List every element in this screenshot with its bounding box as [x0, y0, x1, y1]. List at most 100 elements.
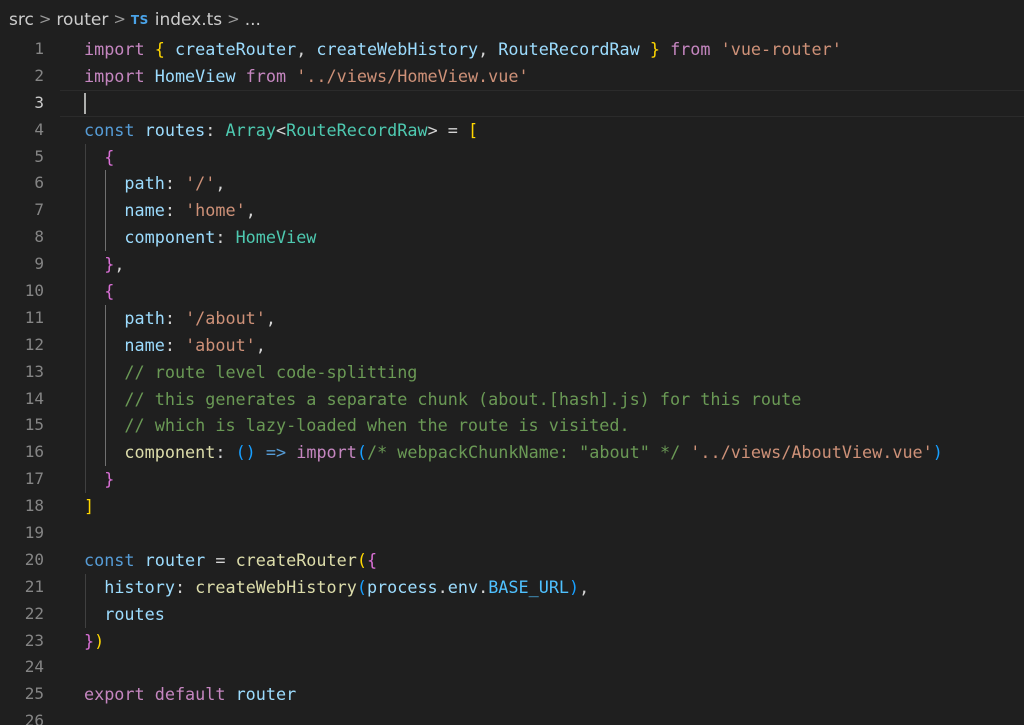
- code-line[interactable]: 10 {: [0, 278, 1024, 305]
- code-token: from: [245, 65, 287, 86]
- code-token: env: [447, 576, 479, 597]
- code-token: 'about': [185, 334, 256, 355]
- code-token: name: [124, 200, 165, 221]
- code-token: history: [104, 576, 175, 597]
- code-token: name: [124, 334, 165, 355]
- code-text: component: HomeView: [84, 224, 316, 251]
- code-line[interactable]: 20 const router = createRouter({: [0, 547, 1024, 574]
- code-token: createWebHistory: [195, 576, 357, 597]
- code-token: ): [932, 442, 943, 463]
- code-token: Array: [225, 119, 277, 140]
- code-token: '../views/AboutView.vue': [690, 442, 933, 463]
- code-token: ]: [84, 496, 95, 517]
- code-line[interactable]: 2 import HomeView from '../views/HomeView…: [0, 63, 1024, 90]
- code-editor[interactable]: src > router > TS index.ts > ... 1 import…: [0, 0, 1024, 725]
- code-line[interactable]: 14 // this generates a separate chunk (a…: [0, 385, 1024, 413]
- code-token: ,: [296, 39, 317, 59]
- code-line[interactable]: 11 path: '/about',: [0, 304, 1024, 332]
- code-line[interactable]: 22 routes: [0, 600, 1024, 628]
- code-token: HomeView: [235, 227, 317, 248]
- code-line[interactable]: 7 name: 'home',: [0, 197, 1024, 225]
- code-text: path: '/',: [84, 170, 225, 197]
- code-line[interactable]: 19: [0, 520, 1024, 547]
- code-line[interactable]: 4 const routes: Array<RouteRecordRaw> = [: [0, 117, 1024, 144]
- line-number: 12: [24, 334, 44, 354]
- code-token: :: [164, 334, 186, 355]
- code-line[interactable]: 15 // which is lazy-loaded when the rout…: [0, 412, 1024, 440]
- code-token: ,: [265, 307, 276, 328]
- code-line[interactable]: 8 component: HomeView: [0, 224, 1024, 252]
- code-line[interactable]: 26: [0, 708, 1024, 725]
- line-number: 9: [34, 254, 44, 274]
- code-text: const routes: Array<RouteRecordRaw> = [: [84, 117, 478, 144]
- code-token: (): [235, 442, 256, 463]
- code-token: RouteRecordRaw: [498, 39, 640, 59]
- line-number: 16: [24, 442, 44, 462]
- line-number: 7: [34, 200, 44, 220]
- code-text: },: [84, 251, 124, 278]
- code-line[interactable]: 12 name: 'about',: [0, 331, 1024, 359]
- line-number: 2: [34, 65, 44, 85]
- code-token: 'vue-router': [720, 39, 842, 59]
- code-token: default: [154, 684, 226, 705]
- code-text: path: '/about',: [84, 305, 276, 332]
- code-token: :: [215, 227, 236, 248]
- code-token: const: [84, 549, 135, 570]
- code-token: ,: [114, 254, 125, 275]
- code-token: }: [84, 630, 95, 651]
- line-number: 15: [24, 415, 44, 435]
- code-text: // route level code-splitting: [84, 359, 417, 386]
- code-token: // route level code-splitting: [124, 361, 418, 382]
- code-token: {: [104, 146, 115, 167]
- line-number: 14: [24, 388, 44, 408]
- code-line[interactable]: 24: [0, 654, 1024, 681]
- code-text: }): [84, 628, 104, 655]
- breadcrumb-item-router[interactable]: router: [56, 10, 108, 30]
- code-line[interactable]: 13 // route level code-splitting: [0, 358, 1024, 386]
- code-line[interactable]: 25 export default router: [0, 681, 1024, 708]
- code-line[interactable]: 18]: [0, 493, 1024, 520]
- code-text: ]: [84, 493, 94, 520]
- code-token: (: [356, 576, 367, 597]
- code-line[interactable]: 6 path: '/',: [0, 170, 1024, 198]
- line-number: 18: [24, 496, 44, 516]
- line-number: 1: [34, 39, 44, 58]
- code-token: import: [296, 442, 357, 463]
- code-line[interactable]: 23}): [0, 628, 1024, 655]
- code-text: // which is lazy-loaded when the route i…: [84, 412, 629, 439]
- code-token: .: [437, 576, 448, 597]
- code-line[interactable]: 3: [0, 89, 1024, 117]
- breadcrumb-item-symbols[interactable]: ...: [245, 10, 261, 30]
- code-line[interactable]: 9 },: [0, 251, 1024, 279]
- breadcrumb-item-src[interactable]: src: [9, 10, 34, 30]
- breadcrumb-item-file[interactable]: TS index.ts: [131, 10, 222, 30]
- code-line[interactable]: 16 component: () => import(/* webpackChu…: [0, 439, 1024, 467]
- code-token: RouteRecordRaw: [286, 119, 428, 140]
- code-token: component: [124, 227, 216, 248]
- code-area[interactable]: 1 import { createRouter, createWebHistory…: [0, 36, 1024, 725]
- code-line[interactable]: 1 import { createRouter, createWebHistory…: [0, 36, 1024, 63]
- text-cursor: [84, 92, 86, 114]
- code-text: component: () => import(/* webpackChunkN…: [84, 439, 943, 466]
- code-token: router: [144, 549, 206, 570]
- code-line[interactable]: 21 history: createWebHistory(process.env…: [0, 573, 1024, 601]
- code-line[interactable]: 5 {: [0, 143, 1024, 171]
- code-token: :: [164, 173, 186, 194]
- code-token: createRouter: [235, 549, 357, 570]
- code-token: =: [205, 549, 236, 570]
- code-token: }: [104, 254, 115, 275]
- code-token: ,: [579, 576, 590, 597]
- code-token: {: [366, 549, 378, 570]
- code-line[interactable]: 17 }: [0, 466, 1024, 494]
